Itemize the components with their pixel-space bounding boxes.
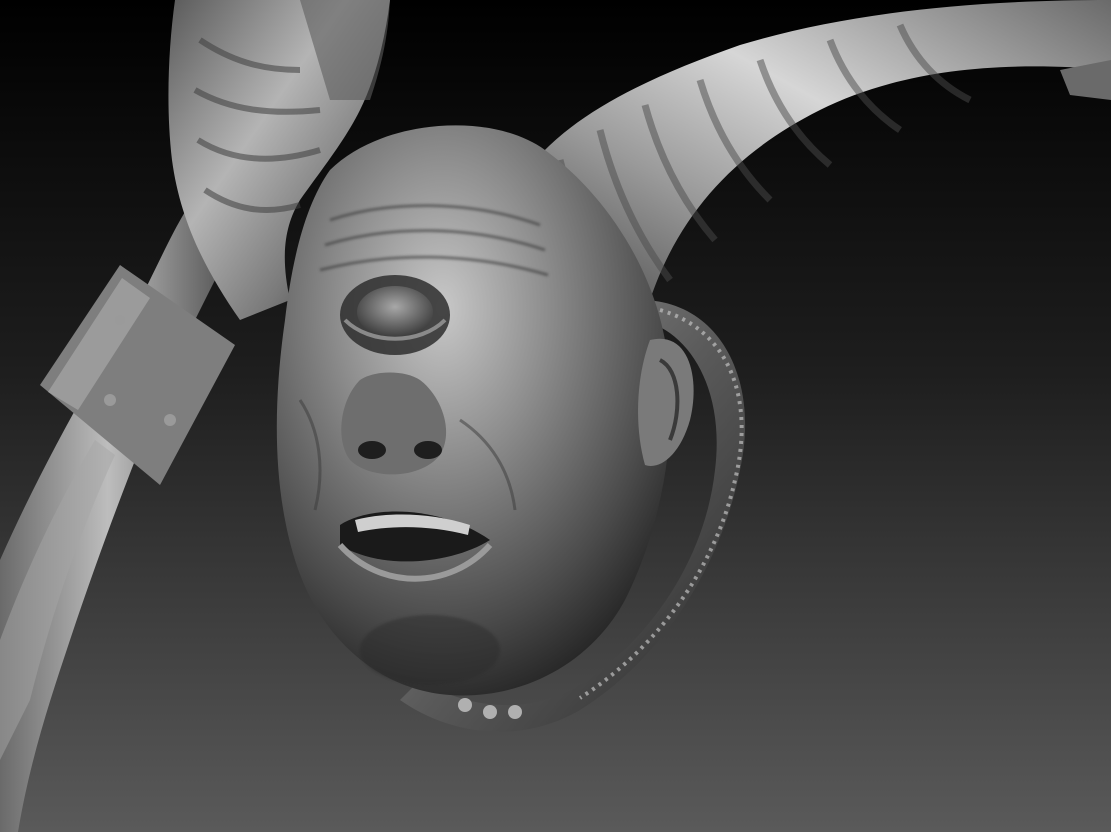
sculpt-render <box>0 0 1111 832</box>
sculpt-viewport[interactable] <box>0 0 1111 832</box>
